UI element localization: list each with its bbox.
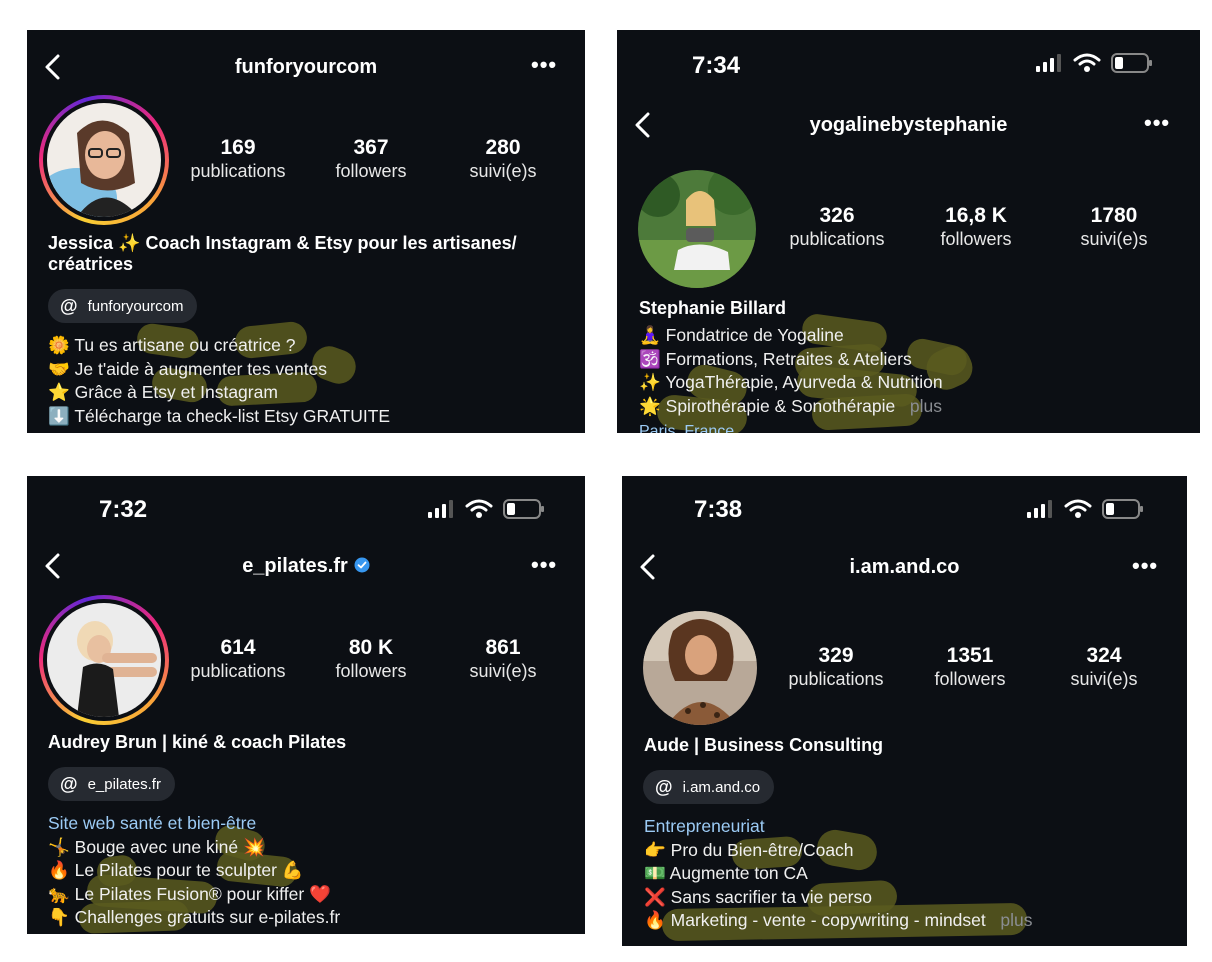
profile-panel-yogalinebystephanie: 7:34 yogalinebystephanie ••• 326 publica… xyxy=(617,30,1200,433)
profile-location[interactable]: Paris, France xyxy=(639,423,734,433)
profile-username: e_pilates.fr xyxy=(27,555,585,578)
status-time: 7:34 xyxy=(692,52,741,79)
threads-link-button[interactable]: @ i.am.and.co xyxy=(643,770,775,804)
bio-line: 🔥 Le Pilates pour te sculpter 💪 xyxy=(48,860,304,880)
verified-badge-icon xyxy=(354,557,370,573)
threads-icon: @ xyxy=(655,776,673,797)
profile-avatar[interactable] xyxy=(39,595,169,725)
bio-line: 🐆 Le Pilates Fusion® pour kiffer ❤️ xyxy=(48,883,331,904)
stat-following[interactable]: 324 suivi(e)s xyxy=(1039,644,1169,690)
profile-display-name: Audrey Brun | kiné & coach Pilates xyxy=(48,732,347,752)
profile-avatar[interactable] xyxy=(39,95,169,225)
profile-panel-e-pilates: 7:32 e_pilates.fr ••• 614 publications 8… xyxy=(27,476,585,934)
more-options-icon[interactable]: ••• xyxy=(531,552,557,578)
bio-line: 👉 Pro du Bien-être/Coach xyxy=(644,839,854,860)
profile-display-name: Aude | Business Consulting xyxy=(644,735,884,755)
wifi-icon xyxy=(1073,53,1101,72)
bio-line: 🤝 Je t'aide à augmenter tes ventes xyxy=(48,358,328,379)
stat-publications[interactable]: 326 publications xyxy=(772,204,902,250)
threads-icon: @ xyxy=(60,773,78,794)
bio-line: ❌ Sans sacrifier ta vie perso xyxy=(644,886,872,907)
bio-line: 🌼 Tu es artisane ou créatrice ? xyxy=(48,335,296,355)
signal-icon xyxy=(1027,500,1052,518)
profile-username: i.am.and.co xyxy=(849,556,960,578)
profile-bio: 🧘‍♀️ Fondatrice de Yogaline 🕉️ Formation… xyxy=(639,324,943,418)
signal-icon xyxy=(428,500,453,518)
avatar-photo-icon xyxy=(638,170,756,288)
status-time: 7:32 xyxy=(99,496,148,523)
threads-link-button[interactable]: @ funforyourcom xyxy=(48,289,198,323)
profile-username: yogalinebystephanie xyxy=(809,114,1008,136)
profile-bio: 🌼 Tu es artisane ou créatrice ? 🤝 Je t'a… xyxy=(48,334,390,428)
bio-line: ✨ YogaThérapie, Ayurveda & Nutrition xyxy=(639,372,943,392)
status-icons xyxy=(427,498,545,520)
category-label: Entrepreneuriat xyxy=(644,816,765,836)
profile-bio: Entrepreneuriat 👉 Pro du Bien-être/Coach… xyxy=(644,815,1032,933)
avatar-photo-icon xyxy=(47,603,161,717)
stat-followers[interactable]: 16,8 K followers xyxy=(911,204,1041,250)
bio-line: 🧘‍♀️ Fondatrice de Yogaline xyxy=(639,325,844,345)
stat-publications[interactable]: 614 publications xyxy=(173,636,303,682)
stat-followers[interactable]: 1351 followers xyxy=(905,644,1035,690)
bio-line: 🔥 Marketing - vente - copywriting - mind… xyxy=(644,910,1033,930)
profile-panel-funforyourcom: funforyourcom ••• 169 publications 367 f… xyxy=(27,30,585,433)
more-bio-link[interactable]: plus xyxy=(1000,910,1032,930)
stat-following[interactable]: 280 suivi(e)s xyxy=(438,136,568,182)
signal-icon xyxy=(1036,54,1061,72)
more-options-icon[interactable]: ••• xyxy=(1144,110,1170,136)
more-bio-link[interactable]: plus xyxy=(910,396,942,416)
profile-username: funforyourcom xyxy=(234,56,378,78)
bio-line: ⬇️ Télécharge ta check-list Etsy GRATUIT… xyxy=(48,405,391,426)
status-time: 7:38 xyxy=(694,496,743,523)
profile-display-name: Stephanie Billard xyxy=(639,298,787,318)
more-options-icon[interactable]: ••• xyxy=(1132,553,1158,579)
battery-icon xyxy=(503,499,544,519)
more-options-icon[interactable]: ••• xyxy=(531,52,557,78)
status-icons xyxy=(1035,52,1153,74)
bio-line: 🌟 Spirothérapie & Sonothérapie plus xyxy=(639,395,942,416)
profile-avatar[interactable] xyxy=(638,170,756,288)
bio-line: ⭐ Grâce à Etsy et Instagram xyxy=(48,382,278,402)
wifi-icon xyxy=(465,499,493,518)
stat-following[interactable]: 861 suivi(e)s xyxy=(438,636,568,682)
profile-display-name: Jessica ✨ Coach Instagram & Etsy pour le… xyxy=(48,233,517,274)
stat-publications[interactable]: 169 publications xyxy=(173,136,303,182)
profile-avatar[interactable] xyxy=(643,611,757,725)
stat-followers[interactable]: 80 K followers xyxy=(306,636,436,682)
bio-line: 🕉️ Formations, Retraites & Ateliers xyxy=(639,348,912,369)
bio-line: 🤸 Bouge avec une kiné 💥 xyxy=(48,836,265,857)
battery-icon xyxy=(1102,499,1143,519)
wifi-icon xyxy=(1064,499,1092,518)
bio-line: 👇 Challenges gratuits sur e-pilates.fr xyxy=(48,907,341,927)
profile-bio: Site web santé et bien-être 🤸 Bouge avec… xyxy=(48,812,340,930)
profile-panel-i-am-and-co: 7:38 i.am.and.co ••• 329 publications 13… xyxy=(622,476,1187,946)
avatar-photo-icon xyxy=(47,103,161,217)
stat-publications[interactable]: 329 publications xyxy=(771,644,901,690)
threads-icon: @ xyxy=(60,295,78,316)
website-link[interactable]: Site web santé et bien-être xyxy=(48,812,340,836)
threads-link-button[interactable]: @ e_pilates.fr xyxy=(48,767,175,801)
battery-icon xyxy=(1111,53,1152,73)
avatar-photo-icon xyxy=(643,611,757,725)
stat-followers[interactable]: 367 followers xyxy=(306,136,436,182)
status-icons xyxy=(1026,498,1144,520)
stat-following[interactable]: 1780 suivi(e)s xyxy=(1049,204,1179,250)
bio-line: 💵 Augmente ton CA xyxy=(644,863,808,883)
